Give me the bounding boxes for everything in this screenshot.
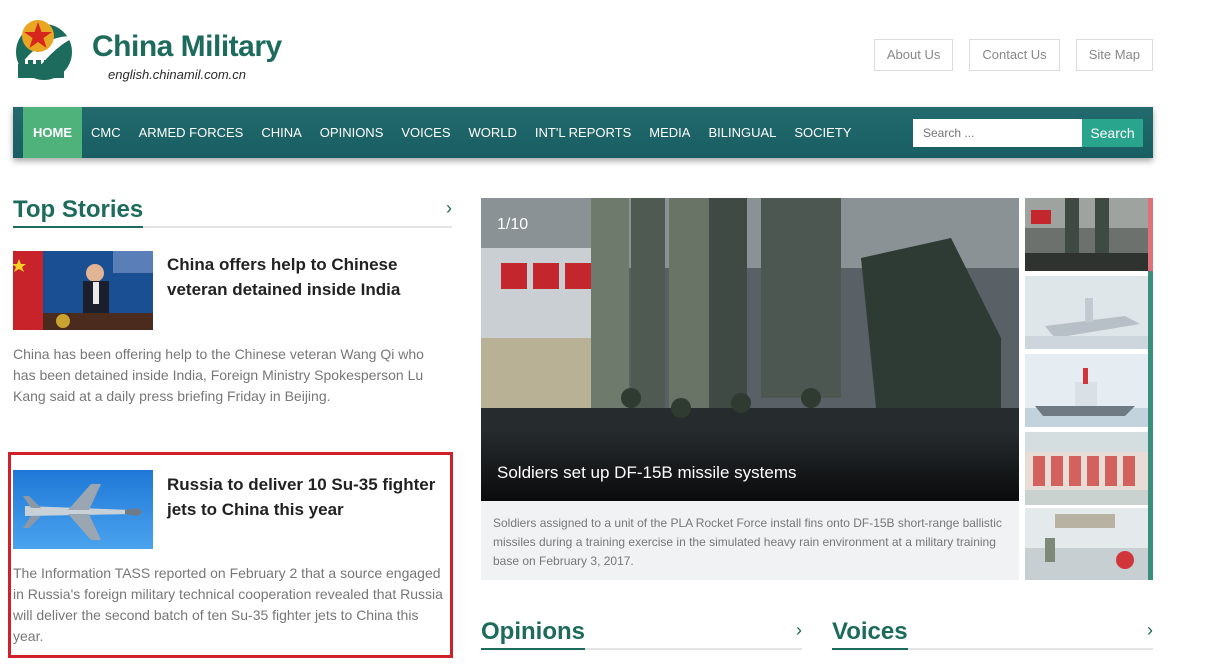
- thumbnail-4[interactable]: [1025, 432, 1148, 505]
- story-image-press-briefing[interactable]: [13, 251, 153, 330]
- about-us-link[interactable]: About Us: [873, 39, 954, 71]
- thumbnail-image: [1025, 276, 1148, 349]
- thumbnail-image: [1025, 508, 1148, 580]
- nav-item-armed-forces[interactable]: ARMED FORCES: [130, 107, 253, 158]
- slide-caption[interactable]: Soldiers set up DF-15B missile systems: [497, 463, 796, 483]
- thumbnail-image: [1025, 432, 1148, 505]
- nav-item-china[interactable]: CHINA: [252, 107, 310, 158]
- thumbnail-active-indicator: [1148, 198, 1153, 271]
- top-stories-header: Top Stories ›: [13, 192, 452, 228]
- nav-item-media[interactable]: MEDIA: [640, 107, 699, 158]
- thumbnail-image: [1025, 198, 1148, 271]
- nav-item-cmc[interactable]: CMC: [82, 107, 130, 158]
- nav-item-opinions[interactable]: OPINIONS: [311, 107, 393, 158]
- voices-more-icon[interactable]: ›: [1147, 620, 1153, 641]
- press-briefing-photo: [13, 251, 153, 330]
- thumbnail-1[interactable]: [1025, 198, 1148, 271]
- story-title[interactable]: China offers help to Chinese veteran det…: [167, 252, 437, 302]
- opinions-header: Opinions ›: [481, 614, 802, 650]
- nav-item-intl-reports[interactable]: INT'L REPORTS: [526, 107, 640, 158]
- top-stories-title[interactable]: Top Stories: [13, 196, 144, 228]
- site-map-link[interactable]: Site Map: [1075, 39, 1153, 71]
- photo-slider[interactable]: 1/10 Soldiers set up DF-15B missile syst…: [481, 198, 1019, 501]
- contact-us-link[interactable]: Contact Us: [969, 39, 1060, 71]
- nav-item-voices[interactable]: VOICES: [392, 107, 459, 158]
- su35-jet-photo: [13, 470, 153, 549]
- slide-counter: 1/10: [497, 216, 529, 233]
- thumbnail-3[interactable]: [1025, 354, 1148, 427]
- slide-description: Soldiers assigned to a unit of the PLA R…: [481, 501, 1019, 580]
- nav-item-home[interactable]: HOME: [23, 107, 82, 158]
- search-button[interactable]: Search: [1082, 119, 1143, 147]
- china-military-emblem-icon: [16, 20, 78, 80]
- logo-title: China Military: [92, 30, 282, 63]
- nav-item-bilingual[interactable]: BILINGUAL: [699, 107, 785, 158]
- main-nav: HOME CMC ARMED FORCES CHINA OPINIONS VOI…: [13, 107, 1153, 158]
- opinions-more-icon[interactable]: ›: [796, 620, 802, 641]
- nav-item-society[interactable]: SOCIETY: [785, 107, 860, 158]
- nav-item-world[interactable]: WORLD: [460, 107, 526, 158]
- logo-url: english.chinamil.com.cn: [108, 67, 247, 82]
- voices-header: Voices ›: [832, 614, 1153, 650]
- thumbnail-5[interactable]: [1025, 508, 1148, 580]
- search-input[interactable]: [913, 119, 1082, 147]
- thumbnail-image: [1025, 354, 1148, 427]
- thumbnail-2[interactable]: [1025, 276, 1148, 349]
- top-stories-more-icon[interactable]: ›: [446, 198, 452, 219]
- story-summary: China has been offering help to the Chin…: [13, 346, 424, 404]
- opinions-title[interactable]: Opinions: [481, 618, 585, 650]
- voices-title[interactable]: Voices: [832, 618, 908, 650]
- site-logo[interactable]: China Military english.chinamil.com.cn: [12, 14, 302, 86]
- story-summary: The Information TASS reported on Februar…: [13, 565, 443, 644]
- top-links: About Us Contact Us Site Map: [873, 39, 1153, 71]
- story-title[interactable]: Russia to deliver 10 Su-35 fighter jets …: [167, 472, 442, 522]
- story-image-su35[interactable]: [13, 470, 153, 549]
